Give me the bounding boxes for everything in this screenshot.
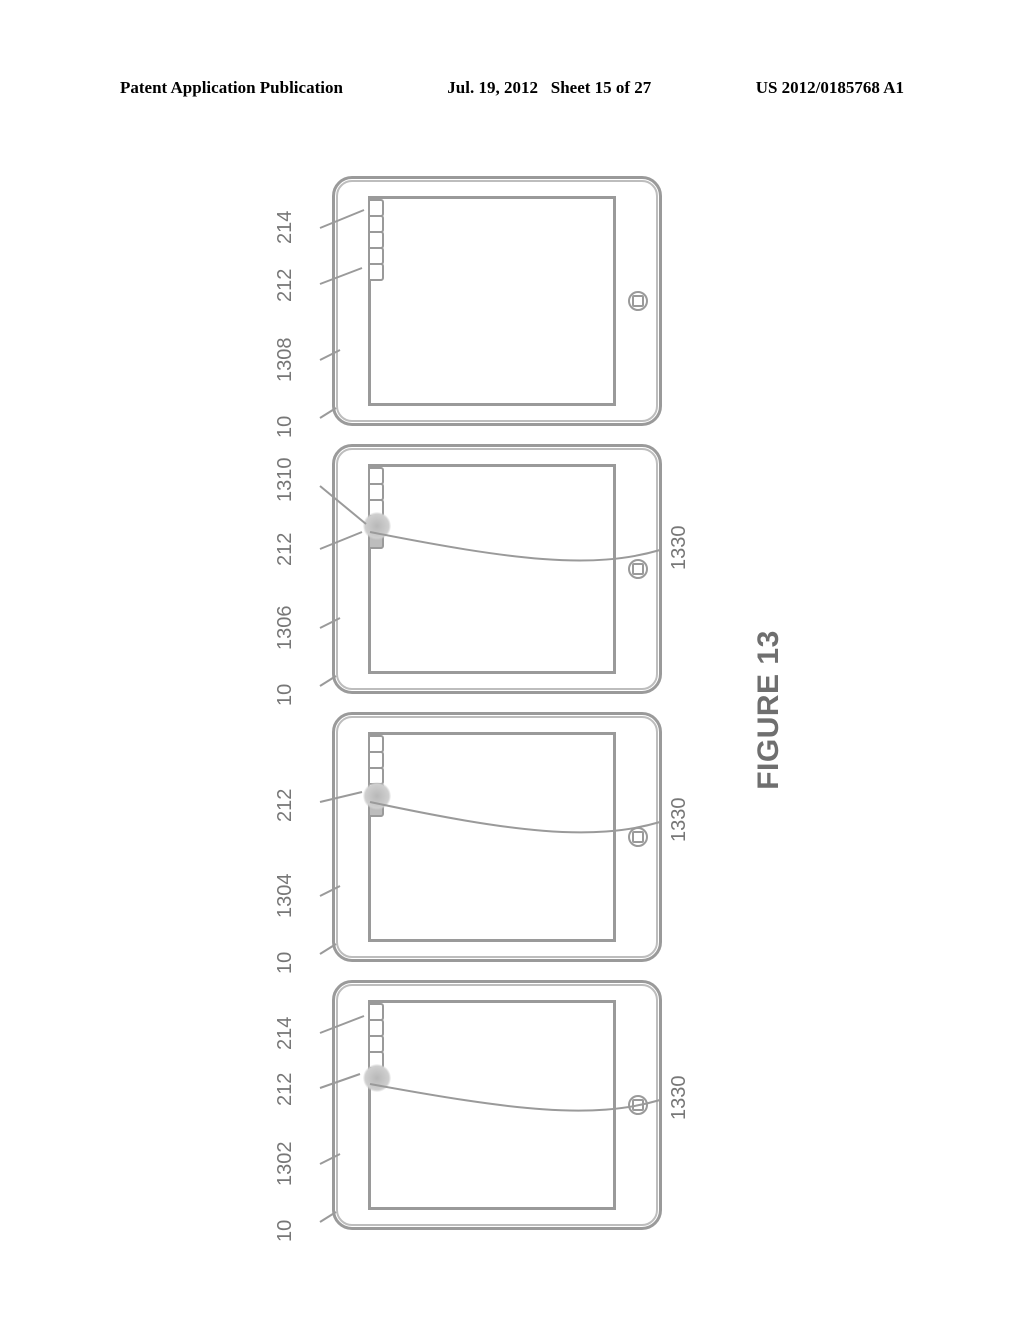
ref-swipe: 1330 xyxy=(668,798,691,843)
figure-caption: FIGURE 13 xyxy=(752,630,786,790)
page-header: Patent Application Publication Jul. 19, … xyxy=(120,78,904,98)
home-button xyxy=(628,1095,648,1115)
touch-indicator xyxy=(363,512,391,540)
tablet-frame-3: 10 1306 212 1310 1330 xyxy=(332,444,662,694)
tab-item xyxy=(368,263,384,281)
touch-indicator xyxy=(363,1064,391,1092)
home-button xyxy=(628,827,648,847)
tab-item-last xyxy=(368,1003,384,1021)
tablet-frame-1: 10 1302 212 214 1330 xyxy=(332,980,662,1230)
tab-item xyxy=(368,751,384,769)
tab-item xyxy=(368,1035,384,1053)
header-date: Jul. 19, 2012 xyxy=(447,78,538,97)
ref-tablast: 214 xyxy=(274,211,297,244)
ref-swipe: 1330 xyxy=(668,526,691,571)
header-left: Patent Application Publication xyxy=(120,78,343,98)
ref-tablast: 214 xyxy=(274,1017,297,1050)
tablet-screen xyxy=(368,196,616,406)
ref-state-1306: 1306 xyxy=(274,606,297,651)
device-row: 10 1302 212 214 1330 xyxy=(332,176,662,1230)
tablet-screen xyxy=(368,1000,616,1210)
home-button xyxy=(628,291,648,311)
header-mid: Jul. 19, 2012 Sheet 15 of 27 xyxy=(343,78,756,98)
header-pubno: US 2012/0185768 A1 xyxy=(756,78,904,98)
figure-rotor: 10 1302 212 214 1330 xyxy=(162,160,862,1260)
tab-item-last xyxy=(368,199,384,217)
ref-tabbar: 212 xyxy=(274,533,297,566)
tablet-screen xyxy=(368,464,616,674)
ref-tabbar: 212 xyxy=(274,269,297,302)
tab-item xyxy=(368,483,384,501)
tab-bar xyxy=(368,199,384,279)
ref-tabbar: 212 xyxy=(274,789,297,822)
tab-item xyxy=(368,1019,384,1037)
header-sheet: Sheet 15 of 27 xyxy=(551,78,652,97)
ref-state-1304: 1304 xyxy=(274,874,297,919)
ref-tabsel: 1310 xyxy=(274,458,297,503)
tab-item-last xyxy=(368,735,384,753)
tab-item xyxy=(368,231,384,249)
ref-swipe: 1330 xyxy=(668,1076,691,1121)
ref-device: 10 xyxy=(274,416,297,438)
ref-device: 10 xyxy=(274,684,297,706)
ref-tabbar: 212 xyxy=(274,1073,297,1106)
ref-state-1302: 1302 xyxy=(274,1142,297,1187)
home-button xyxy=(628,559,648,579)
tablet-frame-2: 10 1304 212 1330 xyxy=(332,712,662,962)
tab-item-last xyxy=(368,467,384,485)
touch-indicator xyxy=(363,782,391,810)
ref-device: 10 xyxy=(274,1220,297,1242)
tablet-screen xyxy=(368,732,616,942)
tablet-frame-4: 10 1308 212 214 xyxy=(332,176,662,426)
tab-item xyxy=(368,215,384,233)
ref-device: 10 xyxy=(274,952,297,974)
tab-item xyxy=(368,247,384,265)
ref-state-1308: 1308 xyxy=(274,338,297,383)
